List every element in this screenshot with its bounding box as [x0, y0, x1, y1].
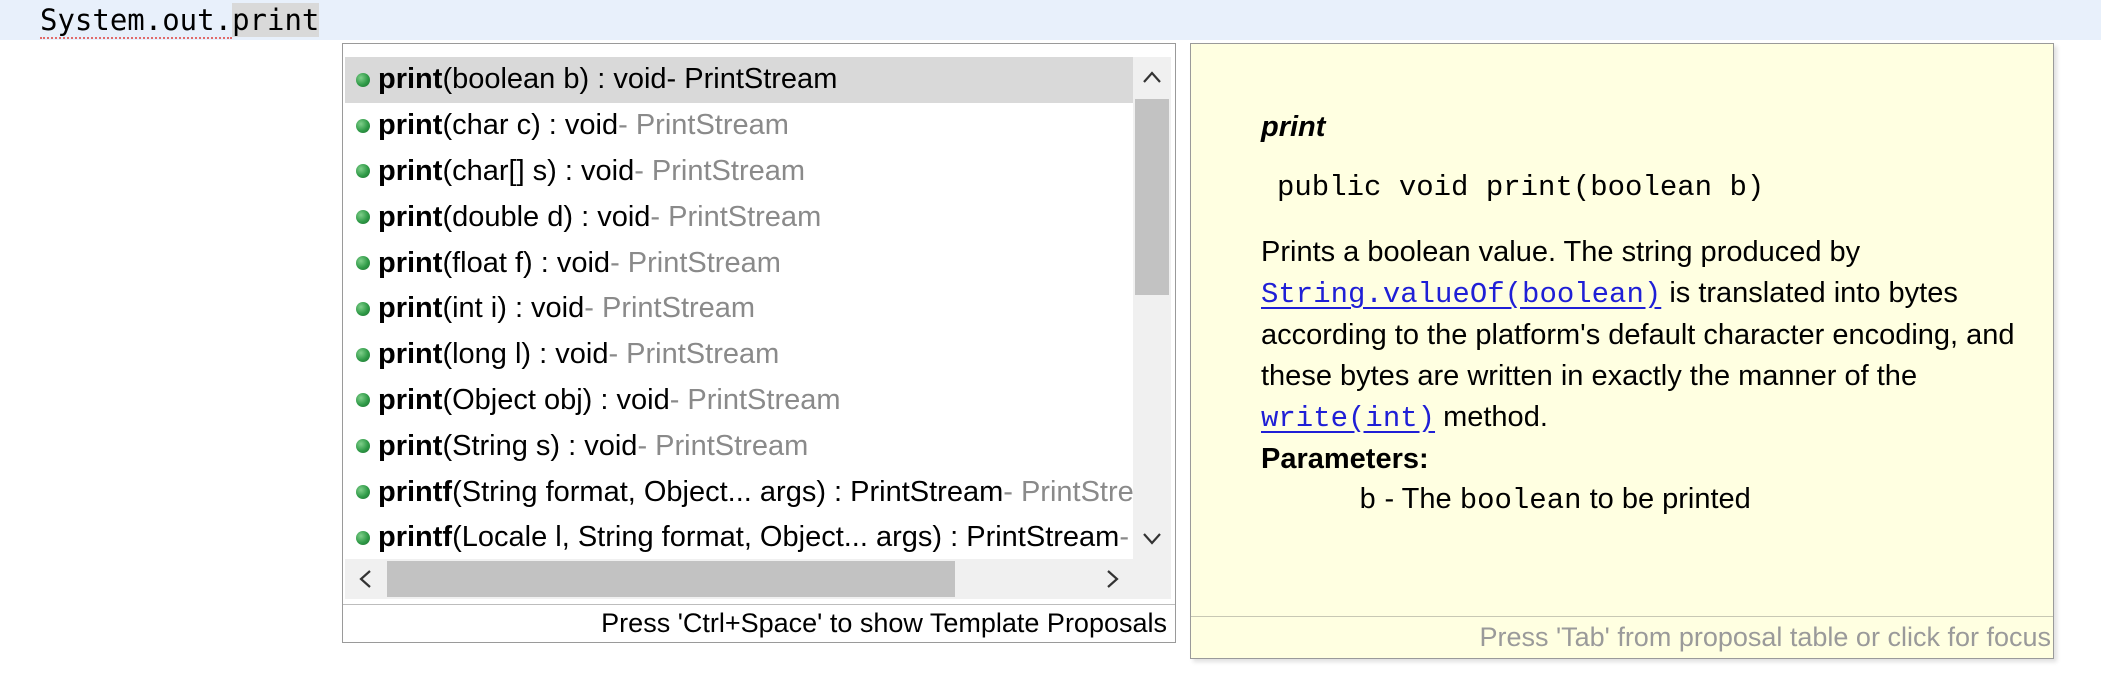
proposal-item[interactable]: print (char c) : void - PrintStream	[345, 103, 1135, 149]
chevron-up-icon[interactable]	[1133, 57, 1171, 97]
proposal-method-name: print	[378, 63, 443, 96]
editor-code[interactable]: System.out.print	[40, 3, 320, 39]
javadoc-popup[interactable]: print public void print(boolean b) Print…	[1190, 43, 2054, 659]
proposal-owner: - PrintStream	[608, 338, 780, 371]
chevron-down-icon[interactable]	[1133, 519, 1171, 559]
chevron-right-icon[interactable]	[1093, 559, 1133, 599]
proposal-item[interactable]: print (int i) : void - PrintStream	[345, 286, 1135, 332]
proposal-signature: (String format, Object... args) : PrintS…	[452, 475, 1004, 508]
proposal-signature: (boolean b) : void	[442, 63, 667, 96]
proposal-item[interactable]: printf (Locale l, String format, Object..…	[345, 515, 1135, 561]
proposal-item[interactable]: print (float f) : void - PrintStream	[345, 240, 1135, 286]
proposal-item[interactable]: print (String s) : void - PrintStream	[345, 423, 1135, 469]
proposal-owner: - PrintStream	[610, 246, 781, 279]
param-name: b	[1359, 484, 1377, 517]
proposal-signature: (long l) : void	[442, 338, 609, 371]
proposal-owner: - PrintStream	[618, 109, 789, 142]
chevron-left-icon[interactable]	[345, 559, 385, 599]
proposal-owner: - PrintStream	[637, 429, 809, 462]
vertical-scrollbar-thumb[interactable]	[1135, 99, 1169, 295]
public-method-icon	[356, 347, 370, 362]
proposal-item[interactable]: print (boolean b) : void - PrintStream	[345, 57, 1135, 103]
vertical-scrollbar[interactable]	[1133, 57, 1171, 599]
param-type: boolean	[1459, 484, 1582, 517]
javadoc-body: print public void print(boolean b) Print…	[1261, 104, 2051, 521]
horizontal-scrollbar[interactable]	[345, 559, 1133, 599]
proposal-method-name: printf	[378, 521, 453, 554]
doc-description: Prints a boolean value. The string produ…	[1261, 232, 2051, 439]
public-method-icon	[356, 301, 370, 316]
proposal-method-name: print	[378, 109, 443, 142]
doc-desc-text: method.	[1435, 401, 1548, 433]
doc-focus-hint: Press 'Tab' from proposal table or click…	[1191, 616, 2053, 658]
public-method-icon	[356, 530, 370, 545]
proposal-signature: (Object obj) : void	[442, 383, 670, 416]
proposal-method-name: print	[378, 383, 443, 416]
public-method-icon	[356, 393, 370, 408]
public-method-icon	[356, 210, 370, 225]
proposal-method-name: print	[378, 338, 443, 371]
editor-current-line[interactable]: System.out.print	[0, 0, 2101, 40]
param-rest: to be printed	[1581, 483, 1751, 515]
public-method-icon	[356, 256, 370, 271]
proposal-method-name: print	[378, 292, 443, 325]
content-assist-popup: print (boolean b) : void - PrintStream pri…	[342, 43, 1176, 643]
proposal-owner: - PrintStream	[634, 154, 806, 187]
link-write-int[interactable]: write(int)	[1261, 402, 1435, 435]
proposal-owner: - PrintStream	[650, 200, 822, 233]
proposal-method-name: printf	[378, 475, 453, 508]
doc-signature: public void print(boolean b)	[1277, 171, 1765, 204]
public-method-icon	[356, 164, 370, 179]
param-sep: - The	[1376, 483, 1460, 515]
proposal-signature: (String s) : void	[442, 429, 638, 462]
proposal-item[interactable]: print (char[] s) : void - PrintStream	[345, 149, 1135, 195]
proposal-item[interactable]: print (long l) : void - PrintStream	[345, 332, 1135, 378]
code-object-text: System.out.	[40, 3, 233, 39]
doc-parameters-label: Parameters:	[1261, 443, 1429, 475]
public-method-icon	[356, 72, 370, 87]
link-string-valueof[interactable]: String.valueOf(boolean)	[1261, 278, 1661, 311]
proposal-signature: (int i) : void	[442, 292, 585, 325]
proposal-item[interactable]: print (double d) : void - PrintStream	[345, 194, 1135, 240]
proposal-method-name: print	[378, 246, 443, 279]
public-method-icon	[356, 118, 370, 133]
proposal-method-name: print	[378, 154, 443, 187]
doc-title: print	[1261, 111, 1326, 143]
proposal-list[interactable]: print (boolean b) : void - PrintStream pri…	[345, 57, 1135, 599]
public-method-icon	[356, 485, 370, 500]
public-method-icon	[356, 439, 370, 454]
doc-desc-text: Prints a boolean value. The string produ…	[1261, 236, 1861, 268]
code-typed-text: print	[232, 3, 320, 37]
proposal-signature: (char[] s) : void	[442, 154, 635, 187]
proposal-signature: (double d) : void	[442, 200, 651, 233]
proposal-method-name: print	[378, 200, 443, 233]
proposal-signature: (Locale l, String format, Object... args…	[452, 521, 1120, 554]
proposal-signature: (float f) : void	[442, 246, 611, 279]
proposal-owner: - PrintStream	[1003, 475, 1135, 508]
proposal-signature: (char c) : void	[442, 109, 619, 142]
proposal-owner: - PrintStream	[669, 383, 841, 416]
doc-parameter-b: b - The boolean to be printed	[1261, 479, 2051, 521]
template-proposals-hint: Press 'Ctrl+Space' to show Template Prop…	[343, 604, 1175, 642]
proposal-owner: - PrintStream	[584, 292, 756, 325]
proposal-method-name: print	[378, 429, 443, 462]
horizontal-scrollbar-thumb[interactable]	[387, 561, 955, 597]
proposal-item[interactable]: printf (String format, Object... args) : …	[345, 469, 1135, 515]
proposal-owner: - PrintStream	[666, 63, 838, 96]
proposal-item[interactable]: print (Object obj) : void - PrintStream	[345, 378, 1135, 424]
